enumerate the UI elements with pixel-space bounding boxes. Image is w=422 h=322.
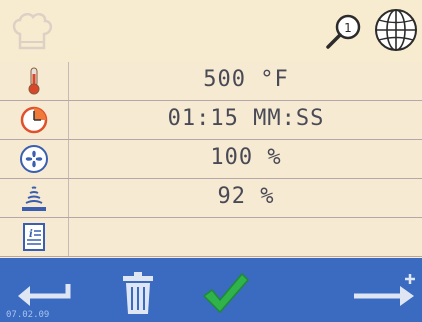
fan-row[interactable]: 100 % [0, 140, 422, 179]
fan-speed-value[interactable]: 100 % [70, 145, 422, 170]
row-divider [68, 140, 69, 178]
temperature-row[interactable]: 500 °F [0, 62, 422, 101]
next-arrow-icon[interactable] [350, 270, 420, 310]
time-value[interactable]: 01:15 MM:SS [70, 106, 422, 131]
date-label: 07.02.09 [6, 310, 50, 320]
microwave-row[interactable]: 92 % [0, 179, 422, 218]
back-arrow-icon[interactable] [14, 278, 72, 312]
thermometer-icon [28, 67, 40, 95]
notes-row[interactable]: i [0, 218, 422, 257]
clock-icon [20, 106, 48, 134]
row-divider [68, 101, 69, 139]
oven-screen: 1 500 °F 01:15 MM:SS 100 % 92 % i 07.02.… [0, 0, 422, 322]
row-divider [68, 179, 69, 217]
chef-hat-icon[interactable] [8, 8, 56, 56]
search-icon[interactable]: 1 [322, 10, 364, 52]
microwave-icon [22, 186, 46, 211]
search-badge-number: 1 [344, 21, 352, 35]
top-bar: 1 [0, 0, 422, 63]
trash-icon[interactable] [120, 270, 156, 316]
bottom-bar: 07.02.09 [0, 258, 422, 322]
row-divider [68, 218, 69, 256]
fan-icon [20, 145, 48, 173]
svg-text:i: i [29, 229, 33, 240]
checkmark-icon[interactable] [200, 270, 250, 316]
temperature-value[interactable]: 500 °F [70, 67, 422, 92]
globe-icon[interactable] [372, 6, 420, 54]
microwave-power-value[interactable]: 92 % [70, 184, 422, 209]
row-divider [68, 62, 69, 100]
time-row[interactable]: 01:15 MM:SS [0, 101, 422, 140]
notes-icon: i [23, 223, 45, 251]
